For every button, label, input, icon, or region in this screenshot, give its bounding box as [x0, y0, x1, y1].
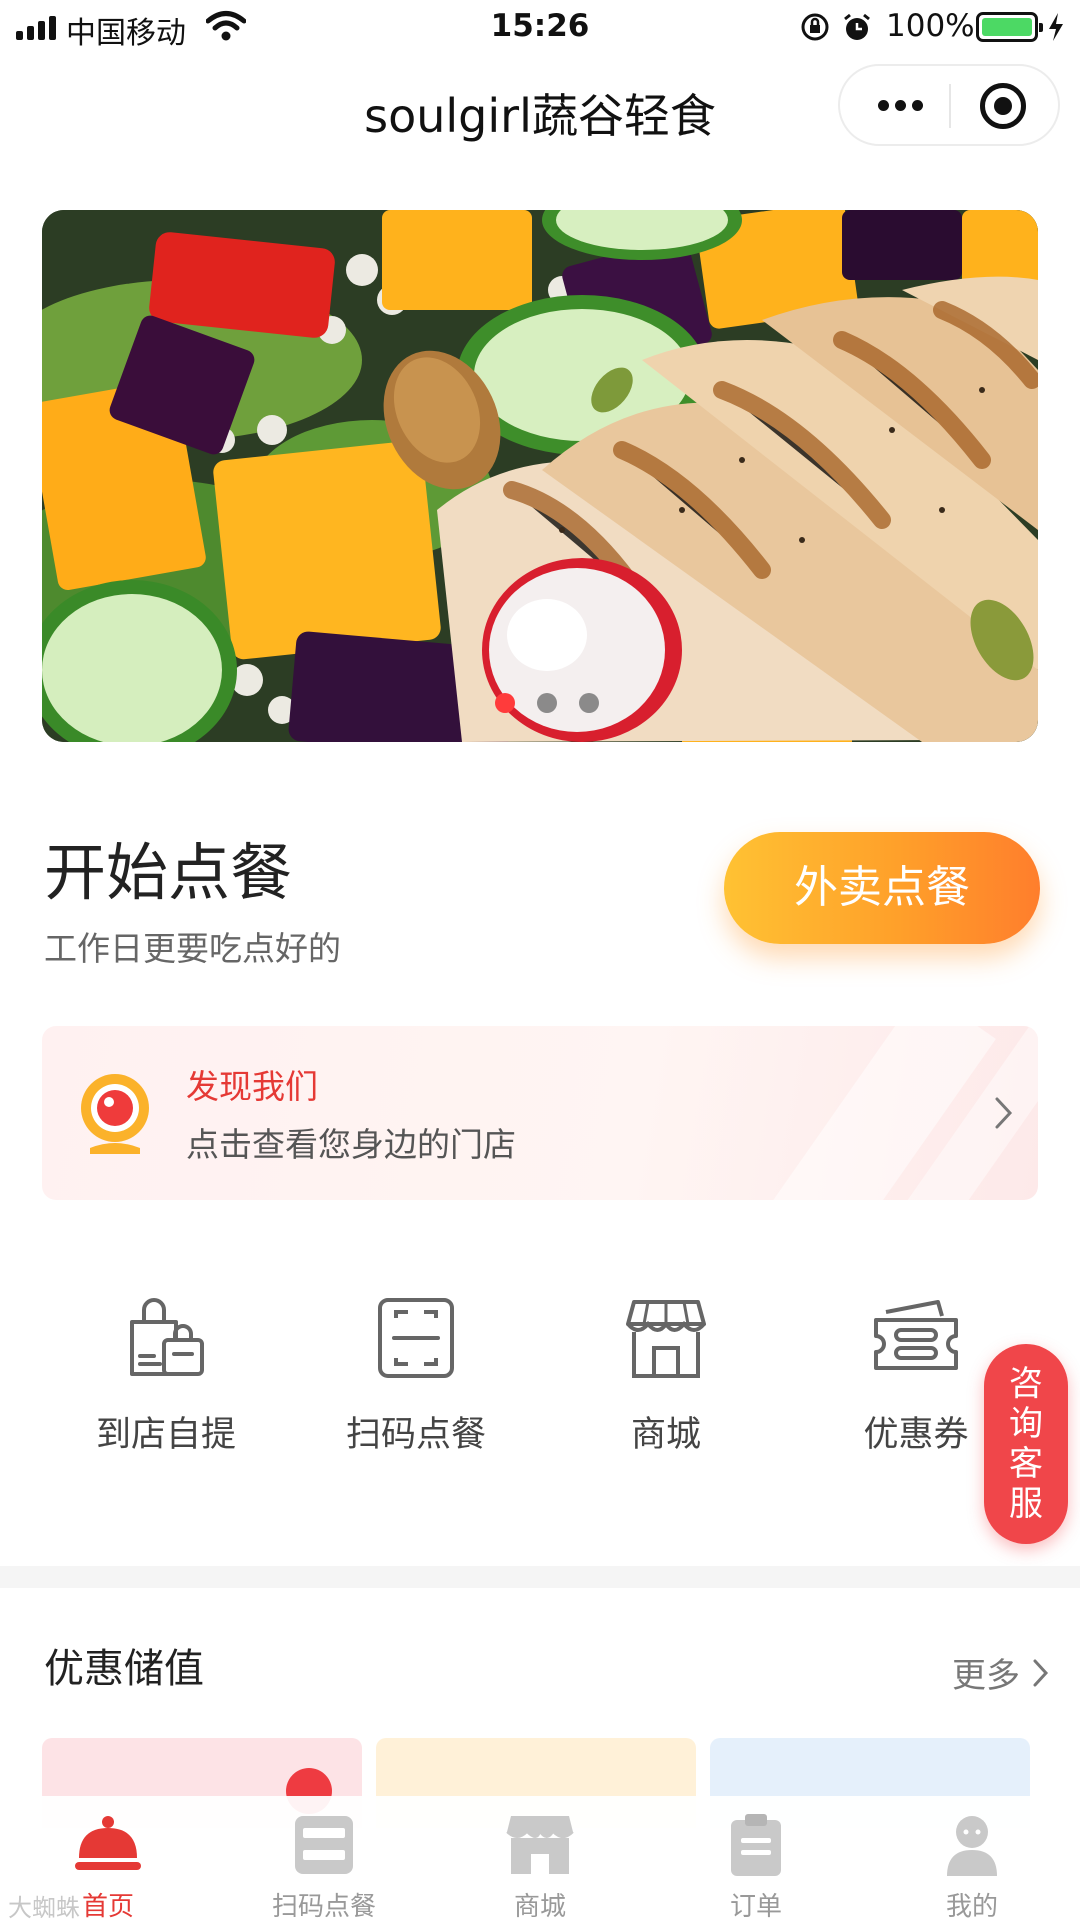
- tab-scan-order[interactable]: 扫码点餐: [224, 1814, 424, 1922]
- watermark-text: 大蜘蛛: [8, 1894, 80, 1922]
- more-menu-button[interactable]: [870, 88, 930, 122]
- menu-item-pickup[interactable]: 到店自提: [56, 1296, 276, 1466]
- mini-program-capsule: [838, 64, 1060, 146]
- battery-percentage: 100%: [886, 8, 975, 44]
- menu-item-label: 扫码点餐: [345, 1415, 486, 1455]
- food-cloche-icon: [75, 1816, 141, 1870]
- menu-item-mall[interactable]: 商城: [556, 1296, 776, 1466]
- menu-item-label: 商城: [630, 1415, 701, 1455]
- tab-label: 订单: [729, 1892, 782, 1922]
- tab-label: 扫码点餐: [271, 1892, 376, 1922]
- discover-title: 发现我们: [186, 1067, 318, 1106]
- salad-food-image: [42, 210, 1038, 742]
- clipboard-icon: [731, 1814, 781, 1876]
- bottom-tab-bar: 首页 扫码点餐 商城 订单 我的: [0, 1796, 1080, 1922]
- tab-mall[interactable]: 商城: [440, 1814, 640, 1922]
- discover-stores-card[interactable]: 发现我们 点击查看您身边的门店: [42, 1026, 1038, 1200]
- chevron-right-icon: [1033, 1659, 1049, 1686]
- store-icon: [506, 1816, 574, 1874]
- storefront-icon: [626, 1300, 706, 1378]
- carousel-dot-3[interactable]: [579, 693, 599, 713]
- stored-value-more-link[interactable]: 更多: [952, 1648, 1050, 1697]
- camera-icon: [81, 1074, 149, 1154]
- section-divider: [0, 1566, 1080, 1588]
- close-mini-program-button[interactable]: [980, 83, 1026, 129]
- coupon-ticket-icon: [874, 1300, 958, 1370]
- stored-value-title: 优惠储值: [44, 1646, 204, 1692]
- charging-bolt-icon: [1049, 13, 1063, 41]
- more-link-label: 更多: [952, 1656, 1020, 1696]
- capsule-divider: [949, 84, 951, 128]
- alarm-icon: [844, 13, 870, 40]
- carousel-dot-1[interactable]: [495, 693, 515, 713]
- start-ordering-subtitle: 工作日更要吃点好的: [44, 929, 341, 968]
- start-ordering-title: 开始点餐: [44, 836, 293, 909]
- battery-icon: [976, 12, 1043, 42]
- discover-subtitle: 点击查看您身边的门店: [186, 1125, 516, 1164]
- rotation-lock-icon: [801, 13, 829, 41]
- scan-order-icon: [295, 1816, 353, 1874]
- chevron-right-icon: [995, 1097, 1013, 1129]
- status-bar: 中国移动 15:26 100%: [0, 0, 1080, 54]
- customer-service-label: 咨询客服: [1009, 1364, 1043, 1524]
- menu-item-scan-order[interactable]: 扫码点餐: [306, 1296, 526, 1466]
- banner-carousel[interactable]: [42, 210, 1038, 742]
- tab-me[interactable]: 我的: [872, 1814, 1072, 1922]
- scan-frame-icon: [378, 1298, 454, 1378]
- tab-label: 商城: [513, 1892, 566, 1922]
- user-icon: [947, 1816, 997, 1876]
- tab-label: 我的: [945, 1892, 998, 1922]
- carousel-indicators: [495, 693, 599, 713]
- customer-service-button[interactable]: 咨询客服: [984, 1344, 1068, 1544]
- menu-item-label: 到店自提: [95, 1415, 236, 1455]
- shopping-bags-icon: [130, 1298, 204, 1376]
- carousel-dot-2[interactable]: [537, 693, 557, 713]
- delivery-order-button[interactable]: 外卖点餐: [724, 832, 1040, 944]
- tab-orders[interactable]: 订单: [656, 1814, 856, 1922]
